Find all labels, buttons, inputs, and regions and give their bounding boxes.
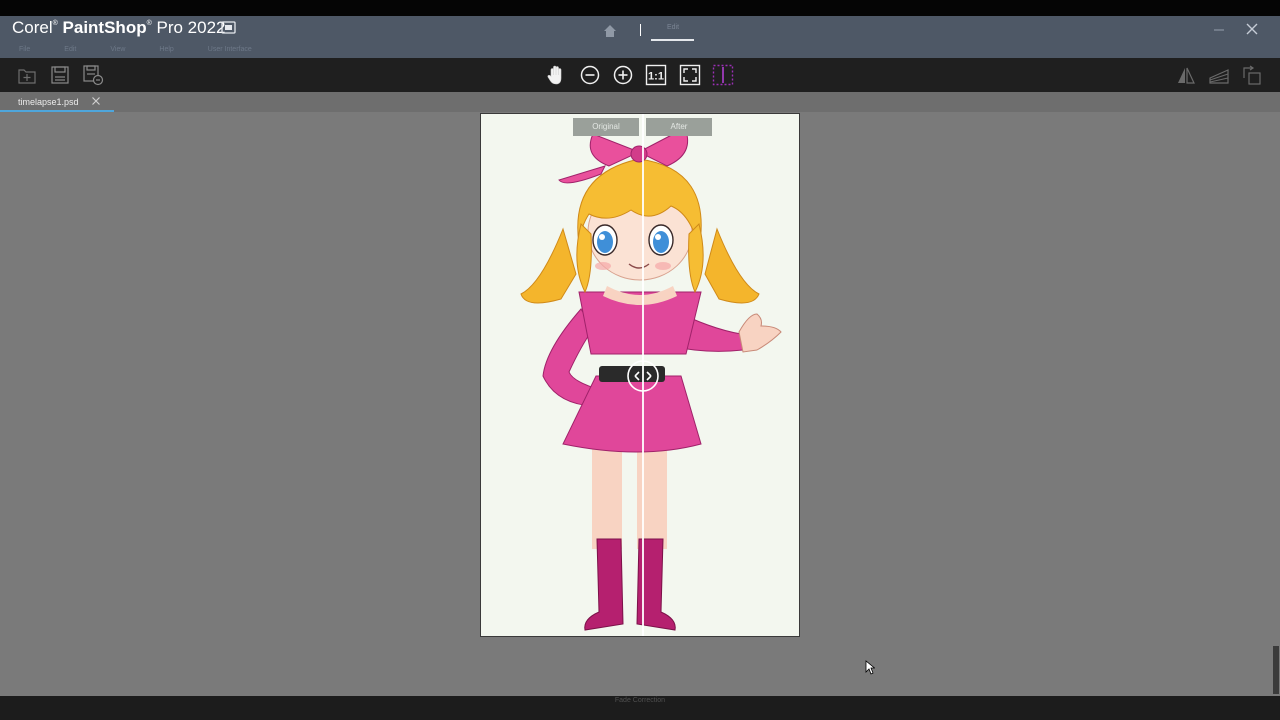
app-title-prefix: Corel [12,18,53,37]
registered-mark: ® [52,20,58,27]
rotate-icon[interactable] [1241,64,1263,86]
tab-edit[interactable]: Edit [652,24,694,31]
new-file-icon[interactable] [16,64,38,86]
title-bar: Corel® PaintShop® Pro 2022 File Edit Vie… [0,16,1280,58]
after-button[interactable]: After [646,118,712,136]
document-tab-label: timelapse1.psd [18,97,79,107]
fit-window-icon[interactable] [679,64,701,86]
app-title-suffix: Pro 2022 [156,18,226,37]
zoom-out-icon[interactable] [579,64,601,86]
registered-mark-2: ® [146,20,152,27]
compare-split-icon[interactable] [712,64,734,86]
app-title-brand: PaintShop [62,18,147,37]
close-icon[interactable] [1245,22,1259,36]
vertical-scrollbar[interactable] [1273,646,1279,694]
straighten-icon[interactable] [1208,64,1230,86]
active-tab-indicator [651,39,694,41]
tab-separator [640,24,641,36]
flip-icon[interactable] [1175,64,1197,86]
screenshot-icon[interactable] [221,21,236,34]
menu-bar: File Edit View Help User Interface [19,46,286,53]
pan-hand-icon[interactable] [545,64,567,86]
mouse-cursor-icon [865,660,875,675]
menu-view[interactable]: View [110,46,125,53]
tab-close-icon[interactable] [91,96,101,106]
toolbar: 1:1 [0,58,1280,92]
image-canvas[interactable]: Original After [480,113,800,637]
actual-size-label: 1:1 [648,71,664,83]
save-icon[interactable] [49,64,71,86]
menu-file[interactable]: File [19,46,30,53]
compare-handle-icon[interactable] [626,359,660,393]
zoom-in-icon[interactable] [612,64,634,86]
menu-help[interactable]: Help [159,46,173,53]
minimize-icon[interactable] [1212,22,1226,36]
document-tab[interactable]: timelapse1.psd [0,92,114,112]
original-button[interactable]: Original [573,118,639,136]
app-title: Corel® PaintShop® Pro 2022 [12,18,226,38]
actual-size-icon[interactable]: 1:1 [645,64,667,86]
top-edge [0,0,1280,16]
status-text: Fade Correction [614,697,666,704]
save-as-icon[interactable] [82,64,104,86]
document-tab-bar: timelapse1.psd [0,92,1280,112]
status-bar: Fade Correction [0,696,1280,720]
home-icon[interactable] [603,24,617,38]
menu-edit[interactable]: Edit [64,46,76,53]
menu-user-interface[interactable]: User Interface [208,46,252,53]
workspace: Original After [0,112,1280,696]
